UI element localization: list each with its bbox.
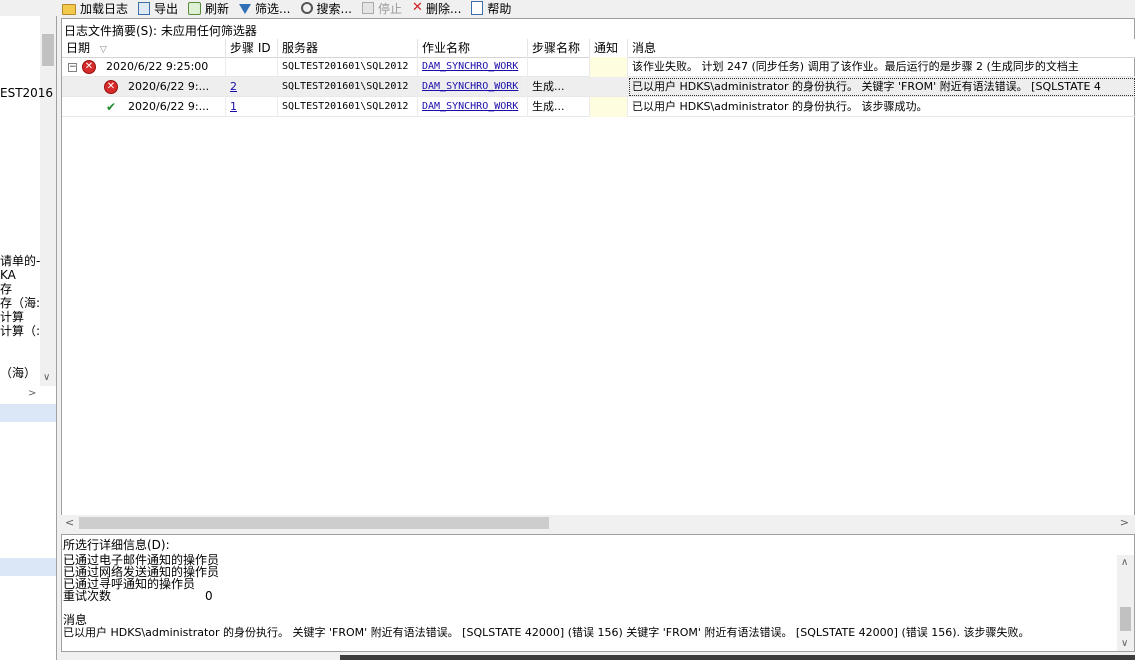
column-header-step-name[interactable]: 步骤名称	[528, 39, 590, 57]
refresh-label: 刷新	[205, 1, 230, 16]
selected-row-details-panel[interactable]: 所选行详细信息(D): 已通过电子邮件通知的操作员 已通过网络发送通知的操作员 …	[61, 534, 1135, 652]
grid-horizontal-scrollbar[interactable]: < >	[61, 515, 1135, 531]
cell-step-id: 1	[226, 97, 278, 117]
refresh-icon	[188, 1, 202, 15]
left-vertical-scrollbar[interactable]	[40, 16, 56, 386]
tree-item[interactable]: 计算	[0, 310, 24, 324]
scroll-down-arrow-icon[interactable]: ∨	[1121, 638, 1128, 649]
error-circle-icon: ✕	[104, 80, 118, 94]
checkmark-icon: ✔	[106, 100, 117, 114]
cell-message: 该作业失败。 计划 247 (同步任务) 调用了该作业。最后运行的是步骤 2 (…	[632, 60, 1079, 73]
tree-selected-highlight	[0, 404, 56, 422]
help-label: 帮助	[487, 1, 512, 16]
scroll-right-arrow-icon[interactable]: >	[1120, 516, 1129, 529]
tree-item[interactable]: 存（海:	[0, 296, 40, 310]
load-log-label: 加载日志	[80, 1, 129, 16]
retries-label: 重试次数	[63, 589, 112, 603]
cell-date: 2020/6/22 9:...	[124, 97, 226, 117]
column-header-step-id[interactable]: 步骤 ID	[226, 39, 278, 57]
cell-job-name: DAM_SYNCHRO_WORK	[418, 77, 528, 97]
sort-descending-icon: ▽	[99, 45, 107, 55]
cell-server: SQLTEST201601\SQL2012	[278, 77, 418, 97]
help-button[interactable]: 帮助	[465, 0, 515, 16]
cell-message: 已以用户 HDKS\administrator 的身份执行。 该步骤成功。	[632, 100, 928, 113]
job-name-link[interactable]: DAM_SYNCHRO_WORK	[422, 81, 518, 92]
cell-date: 2020/6/22 9:...	[124, 77, 226, 97]
grid-header: 日期 ▽ 步骤 ID 服务器 作业名称 步骤名称 通知 消息	[62, 39, 1135, 58]
tree-selected-highlight	[0, 558, 56, 576]
job-name-link[interactable]: DAM_SYNCHRO_WORK	[422, 101, 518, 112]
left-scroll-thumb[interactable]	[42, 34, 54, 66]
cell-step-name	[528, 57, 590, 77]
refresh-button[interactable]: 刷新	[182, 0, 233, 16]
details-vertical-scrollbar[interactable]: ∧ ∨	[1117, 555, 1134, 651]
tree-item[interactable]: 计算（:	[0, 324, 40, 338]
cell-step-id	[226, 57, 278, 77]
filter-funnel-icon	[239, 3, 252, 14]
stop-button[interactable]: 停止	[356, 0, 406, 16]
stop-label: 停止	[377, 1, 402, 16]
details-title: 所选行详细信息(D):	[63, 538, 170, 552]
tree-item[interactable]: 存	[0, 282, 12, 296]
cell-notify	[590, 57, 628, 77]
cell-step-name: 生成...	[528, 97, 590, 117]
column-header-server[interactable]: 服务器	[278, 39, 418, 57]
error-circle-icon: ✕	[82, 60, 96, 74]
log-summary-label: 日志文件摘要(S): 未应用任何筛选器	[64, 24, 257, 38]
job-name-link[interactable]: DAM_SYNCHRO_WORK	[422, 61, 518, 72]
horizontal-scroll-thumb[interactable]	[79, 517, 549, 529]
scroll-down-arrow-icon[interactable]: ∨	[43, 372, 50, 383]
step-id-link[interactable]: 1	[230, 100, 237, 113]
scroll-left-arrow-icon[interactable]: <	[65, 516, 74, 529]
cell-server: SQLTEST201601\SQL2012	[278, 97, 418, 117]
retries-value: 0	[205, 589, 213, 603]
delete-label: 删除...	[425, 1, 462, 16]
delete-x-icon: ✕	[411, 0, 423, 15]
tree-item[interactable]: （海）	[0, 366, 36, 380]
cell-notify	[590, 97, 628, 117]
load-log-button[interactable]: 加载日志	[56, 0, 132, 16]
search-label: 搜索...	[316, 1, 352, 16]
search-button[interactable]: 搜索...	[295, 0, 356, 16]
filter-button[interactable]: 筛选...	[233, 0, 294, 16]
table-row-step[interactable]: ✔ 2020/6/22 9:... 1 SQLTEST201601\SQL201…	[62, 97, 1135, 117]
toolbar: 加载日志 导出 刷新 筛选... 搜索... 停止 ✕ 删除... 帮助	[56, 0, 1135, 16]
left-tree-pane[interactable]: EST2016 请单的- KA 存 存（海: 计算 计算（: （海） ∨ >	[0, 16, 57, 660]
message-text: 已以用户 HDKS\administrator 的身份执行。 关键字 'FROM…	[63, 626, 1030, 639]
column-header-message[interactable]: 消息	[628, 39, 1135, 57]
delete-button[interactable]: ✕ 删除...	[406, 0, 465, 16]
column-header-job-name[interactable]: 作业名称	[418, 39, 528, 57]
cell-job-name: DAM_SYNCHRO_WORK	[418, 97, 528, 117]
cell-message: 已以用户 HDKS\administrator 的身份执行。 关键字 'FROM…	[628, 77, 1135, 97]
details-scroll-thumb[interactable]	[1120, 607, 1131, 631]
tree-item[interactable]: KA	[0, 268, 16, 282]
table-row-step[interactable]: ✕ 2020/6/22 9:... 2 SQLTEST201601\SQL201…	[62, 77, 1135, 97]
column-header-notify[interactable]: 通知	[590, 39, 628, 57]
cell-server: SQLTEST201601\SQL2012	[278, 57, 418, 77]
stop-icon	[361, 2, 374, 14]
search-icon	[300, 2, 313, 14]
filter-label: 筛选...	[255, 1, 291, 16]
step-id-link[interactable]: 2	[230, 80, 237, 93]
date-header-label: 日期	[66, 41, 91, 55]
cell-step-id: 2	[226, 77, 278, 97]
export-icon	[138, 1, 151, 15]
column-header-date[interactable]: 日期 ▽	[62, 39, 226, 57]
cell-notify	[590, 77, 628, 97]
log-file-summary-panel: 日志文件摘要(S): 未应用任何筛选器 日期 ▽ 步骤 ID 服务器 作业名称 …	[61, 18, 1135, 530]
cell-date: 2020/6/22 9:25:00	[102, 57, 226, 77]
tree-item-server[interactable]: EST2016	[0, 86, 53, 100]
help-book-icon	[471, 1, 484, 15]
table-row-job[interactable]: − ✕ 2020/6/22 9:25:00 SQLTEST201601\SQL2…	[62, 57, 1135, 77]
tree-item[interactable]: 请单的-	[0, 254, 40, 268]
scroll-right-arrow-icon[interactable]: >	[28, 388, 36, 399]
export-button[interactable]: 导出	[132, 0, 182, 16]
cell-step-name: 生成...	[528, 77, 590, 97]
scroll-up-arrow-icon[interactable]: ∧	[1121, 557, 1128, 568]
folder-open-icon	[62, 3, 76, 15]
cell-job-name: DAM_SYNCHRO_WORK	[418, 57, 528, 77]
export-label: 导出	[154, 1, 179, 16]
collapse-minus-icon[interactable]: −	[68, 63, 77, 72]
taskbar-edge	[340, 655, 1135, 660]
